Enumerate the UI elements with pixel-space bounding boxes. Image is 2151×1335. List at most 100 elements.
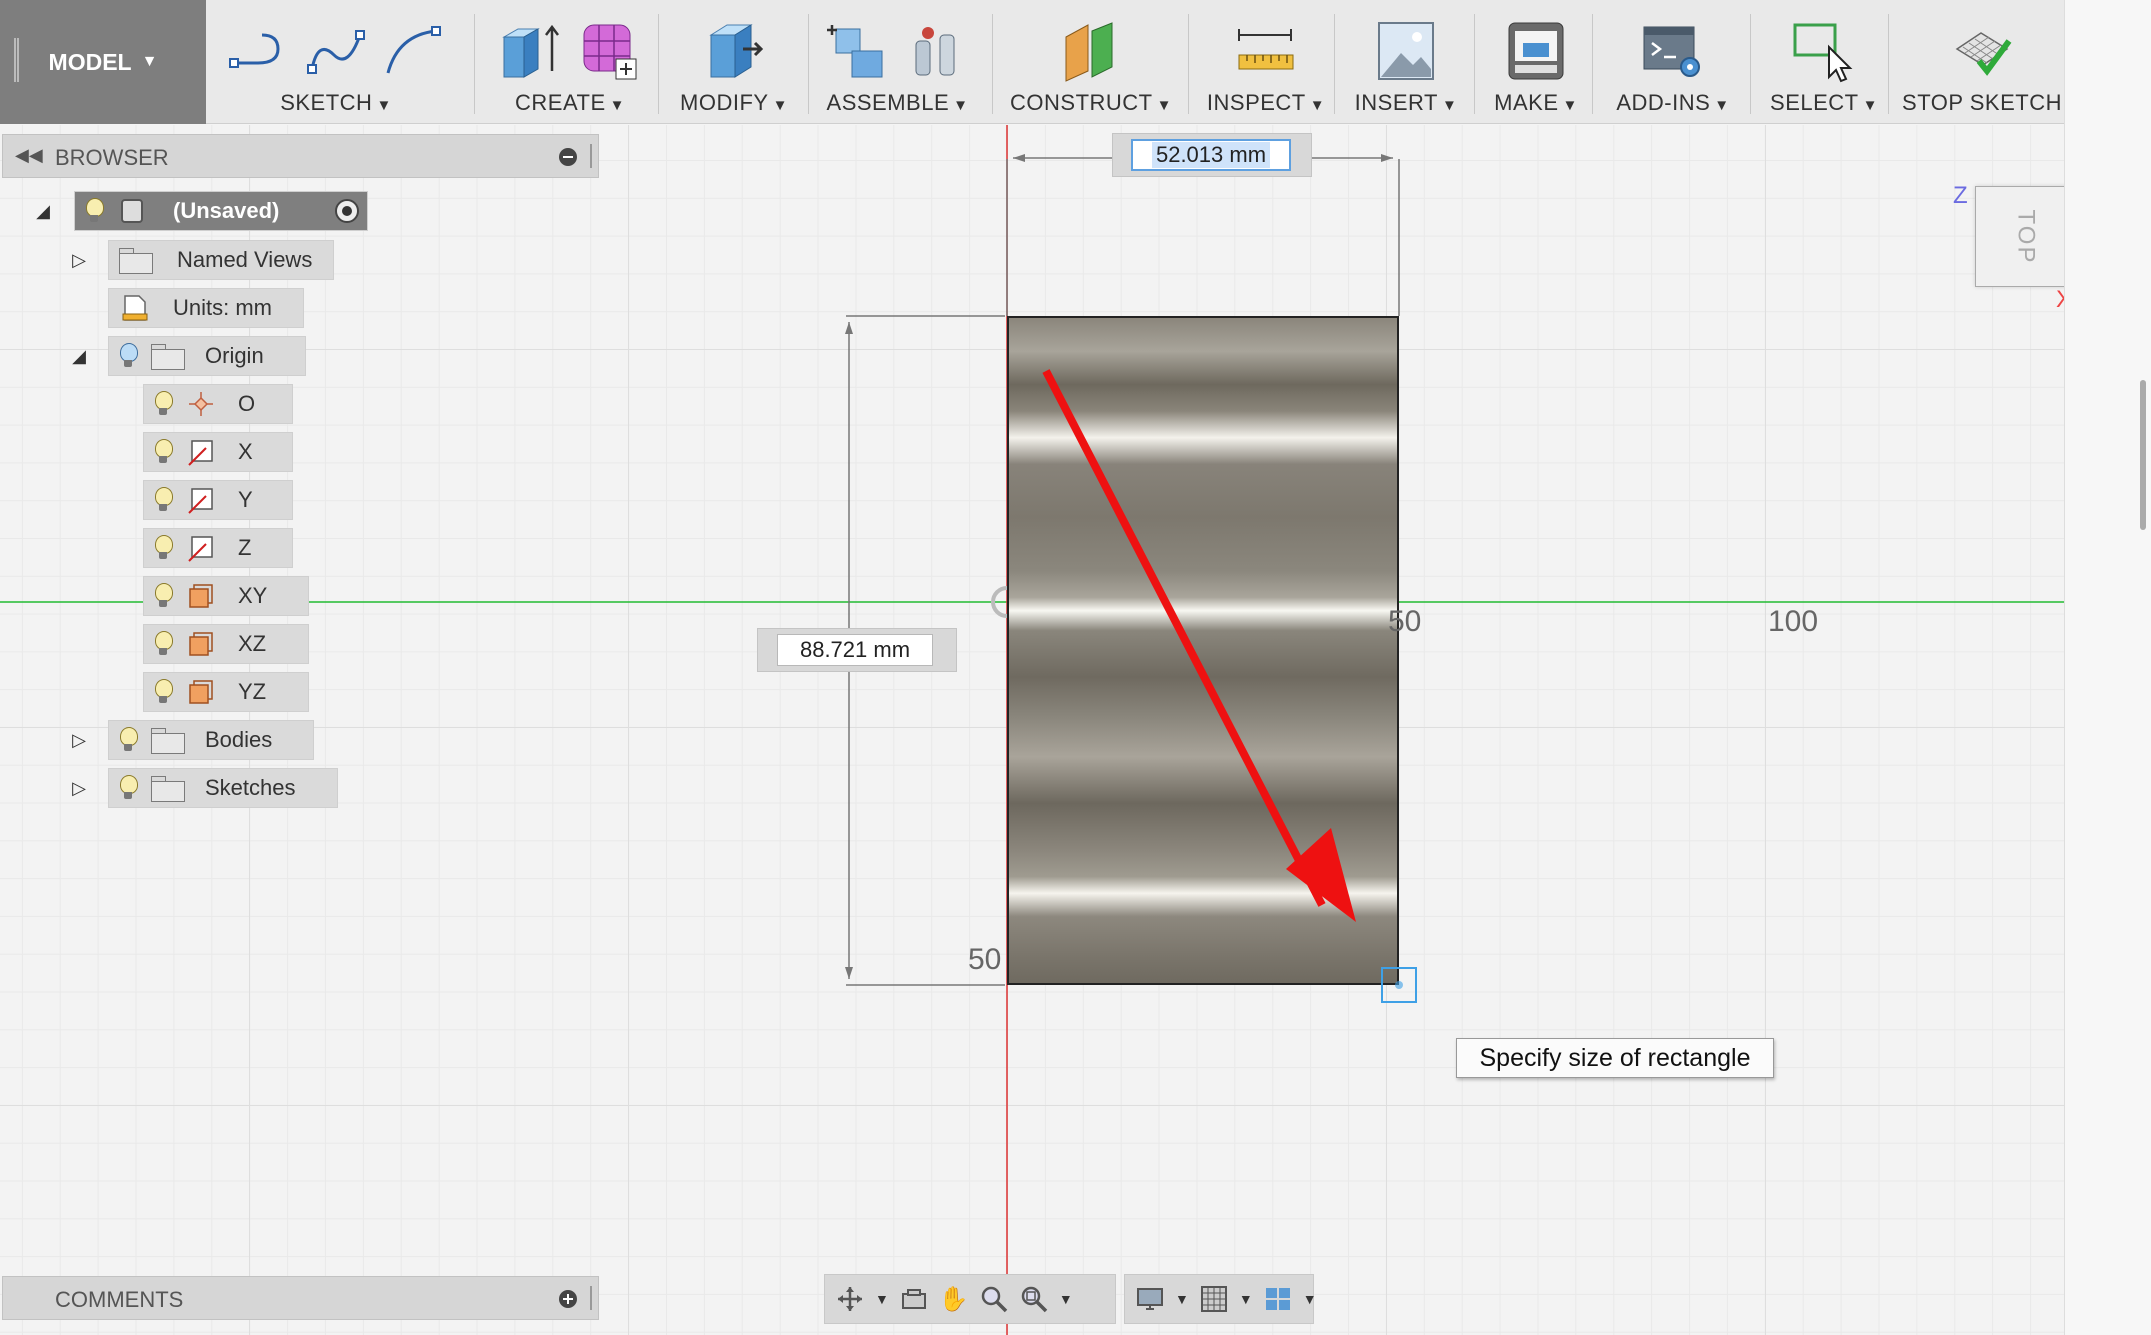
viewcube-z-label: Z [1953,182,1968,209]
collapse-panel-icon[interactable]: ◀◀ [15,145,43,166]
viewcube-face-label: TOP [2012,209,2040,264]
modify-menu[interactable]: MODIFY ▼ [668,0,800,124]
tree-row-origin: ◢ Origin [66,336,326,376]
viewcube[interactable]: TOP [1975,186,2076,287]
toolbar-grip[interactable] [14,38,19,82]
inspect-menu[interactable]: INSPECT ▼ [1196,0,1336,124]
pan-icon[interactable]: ✋ [939,1284,969,1314]
panel-resize-handle[interactable] [590,144,592,168]
sketch-menu[interactable]: SKETCH ▼ [216,0,456,124]
chevron-down-icon: ▼ [609,97,625,114]
expand-toggle-icon[interactable]: ▷ [69,728,89,752]
visibility-bulb-icon[interactable] [154,679,173,705]
viewports-icon[interactable] [1263,1284,1293,1314]
visibility-bulb-icon[interactable] [154,487,173,513]
expand-toggle-icon[interactable]: ◢ [69,344,89,368]
add-comment-icon[interactable] [559,1290,577,1308]
arc-icon[interactable] [380,21,444,81]
tree-item-bodies[interactable]: Bodies [108,720,314,760]
visibility-bulb-icon[interactable] [85,198,104,224]
assemble-menu-label: ASSEMBLE [826,90,950,115]
tree-item-units-label: Units: mm [173,295,272,320]
tree-item-yz-plane[interactable]: YZ [143,672,309,712]
visibility-bulb-icon[interactable] [154,583,173,609]
insert-image-icon[interactable] [1373,19,1439,83]
construct-menu-label: CONSTRUCT [1010,90,1153,115]
construct-plane-icon[interactable] [1058,19,1124,83]
visibility-bulb-icon[interactable] [119,343,138,369]
zoom-icon[interactable] [979,1284,1009,1314]
chevron-down-icon[interactable]: ▼ [1059,1291,1073,1307]
activate-radio-icon[interactable] [333,197,361,225]
chevron-down-icon[interactable]: ▼ [1239,1291,1253,1307]
tree-item-origin-label: Origin [205,343,264,368]
expand-toggle-icon[interactable]: ▷ [69,248,89,272]
scrollbar[interactable] [2140,380,2146,530]
visibility-bulb-icon[interactable] [119,727,138,753]
chevron-down-icon[interactable]: ▼ [1303,1291,1317,1307]
tree-item-root[interactable]: (Unsaved) [74,191,368,231]
create-menu[interactable]: CREATE ▼ [480,0,660,124]
joint-icon[interactable] [904,19,970,83]
units-document-icon [122,295,148,321]
insert-menu[interactable]: INSERT ▼ [1340,0,1472,124]
chevron-down-icon[interactable]: ▼ [875,1291,889,1307]
sketch-rectangle[interactable] [1007,316,1399,985]
stop-sketch-icon[interactable] [1949,19,2015,83]
spline-icon[interactable] [304,21,368,81]
tree-item-origin-point[interactable]: O [143,384,293,424]
construct-menu[interactable]: CONSTRUCT ▼ [1000,0,1182,124]
visibility-bulb-icon[interactable] [154,391,173,417]
select-menu[interactable]: SELECT ▼ [1756,0,1892,124]
grid-icon[interactable] [1199,1284,1229,1314]
zoom-window-icon[interactable] [1019,1284,1049,1314]
tree-item-sketches[interactable]: Sketches [108,768,338,808]
tree-item-origin[interactable]: Origin [108,336,306,376]
make-menu[interactable]: MAKE ▼ [1480,0,1592,124]
dimension-arrow [845,322,853,334]
line-icon[interactable] [228,21,292,81]
panel-resize-handle[interactable] [590,1286,592,1310]
addins-menu[interactable]: ADD-INS ▼ [1600,0,1746,124]
visibility-bulb-icon[interactable] [119,775,138,801]
assemble-menu[interactable]: ASSEMBLE ▼ [815,0,980,124]
visibility-bulb-icon[interactable] [154,535,173,561]
rectangle-corner-cursor[interactable] [1381,967,1417,1003]
scripts-icon[interactable] [1640,19,1706,83]
display-settings-icon[interactable] [1135,1284,1165,1314]
tree-item-z-axis[interactable]: Z [143,528,293,568]
extrude-icon[interactable] [498,19,564,83]
look-at-icon[interactable] [899,1284,929,1314]
axis-icon [188,536,213,562]
measure-icon[interactable] [1233,19,1299,83]
origin-point-icon [189,392,213,416]
tree-item-xz-plane[interactable]: XZ [143,624,309,664]
select-window-icon[interactable] [1791,19,1857,83]
3d-print-icon[interactable] [1503,19,1569,83]
width-dimension-input[interactable]: 52.013 mm [1131,139,1291,171]
visibility-bulb-icon[interactable] [154,631,173,657]
expand-toggle-icon[interactable]: ▷ [69,776,89,800]
new-component-icon[interactable] [826,19,892,83]
dimension-arrow [845,967,853,979]
tree-item-named-views[interactable]: Named Views [108,240,334,280]
expand-toggle-icon[interactable]: ◢ [33,199,53,223]
height-dimension-box: 88.721 mm [757,628,957,672]
chevron-down-icon[interactable]: ▼ [1175,1291,1189,1307]
press-pull-icon[interactable] [701,19,767,83]
workspace-switcher-button[interactable]: MODEL ▼ [0,0,206,124]
tree-item-units[interactable]: Units: mm [108,288,304,328]
tree-row-x-axis: X [143,432,293,472]
toolbar-divider [1592,14,1593,114]
tree-item-x-axis[interactable]: X [143,432,293,472]
form-icon[interactable] [576,19,642,83]
tree-item-y-axis[interactable]: Y [143,480,293,520]
orbit-icon[interactable] [835,1284,865,1314]
height-dimension-input[interactable]: 88.721 mm [777,634,933,666]
insert-menu-label: INSERT [1354,90,1438,115]
tree-item-xy-plane[interactable]: XY [143,576,309,616]
stop-sketch-button[interactable]: STOP SKETCH [1896,0,2068,124]
tree-row-bodies: ▷ Bodies [66,720,326,760]
visibility-bulb-icon[interactable] [154,439,173,465]
collapse-icon[interactable] [559,148,577,166]
